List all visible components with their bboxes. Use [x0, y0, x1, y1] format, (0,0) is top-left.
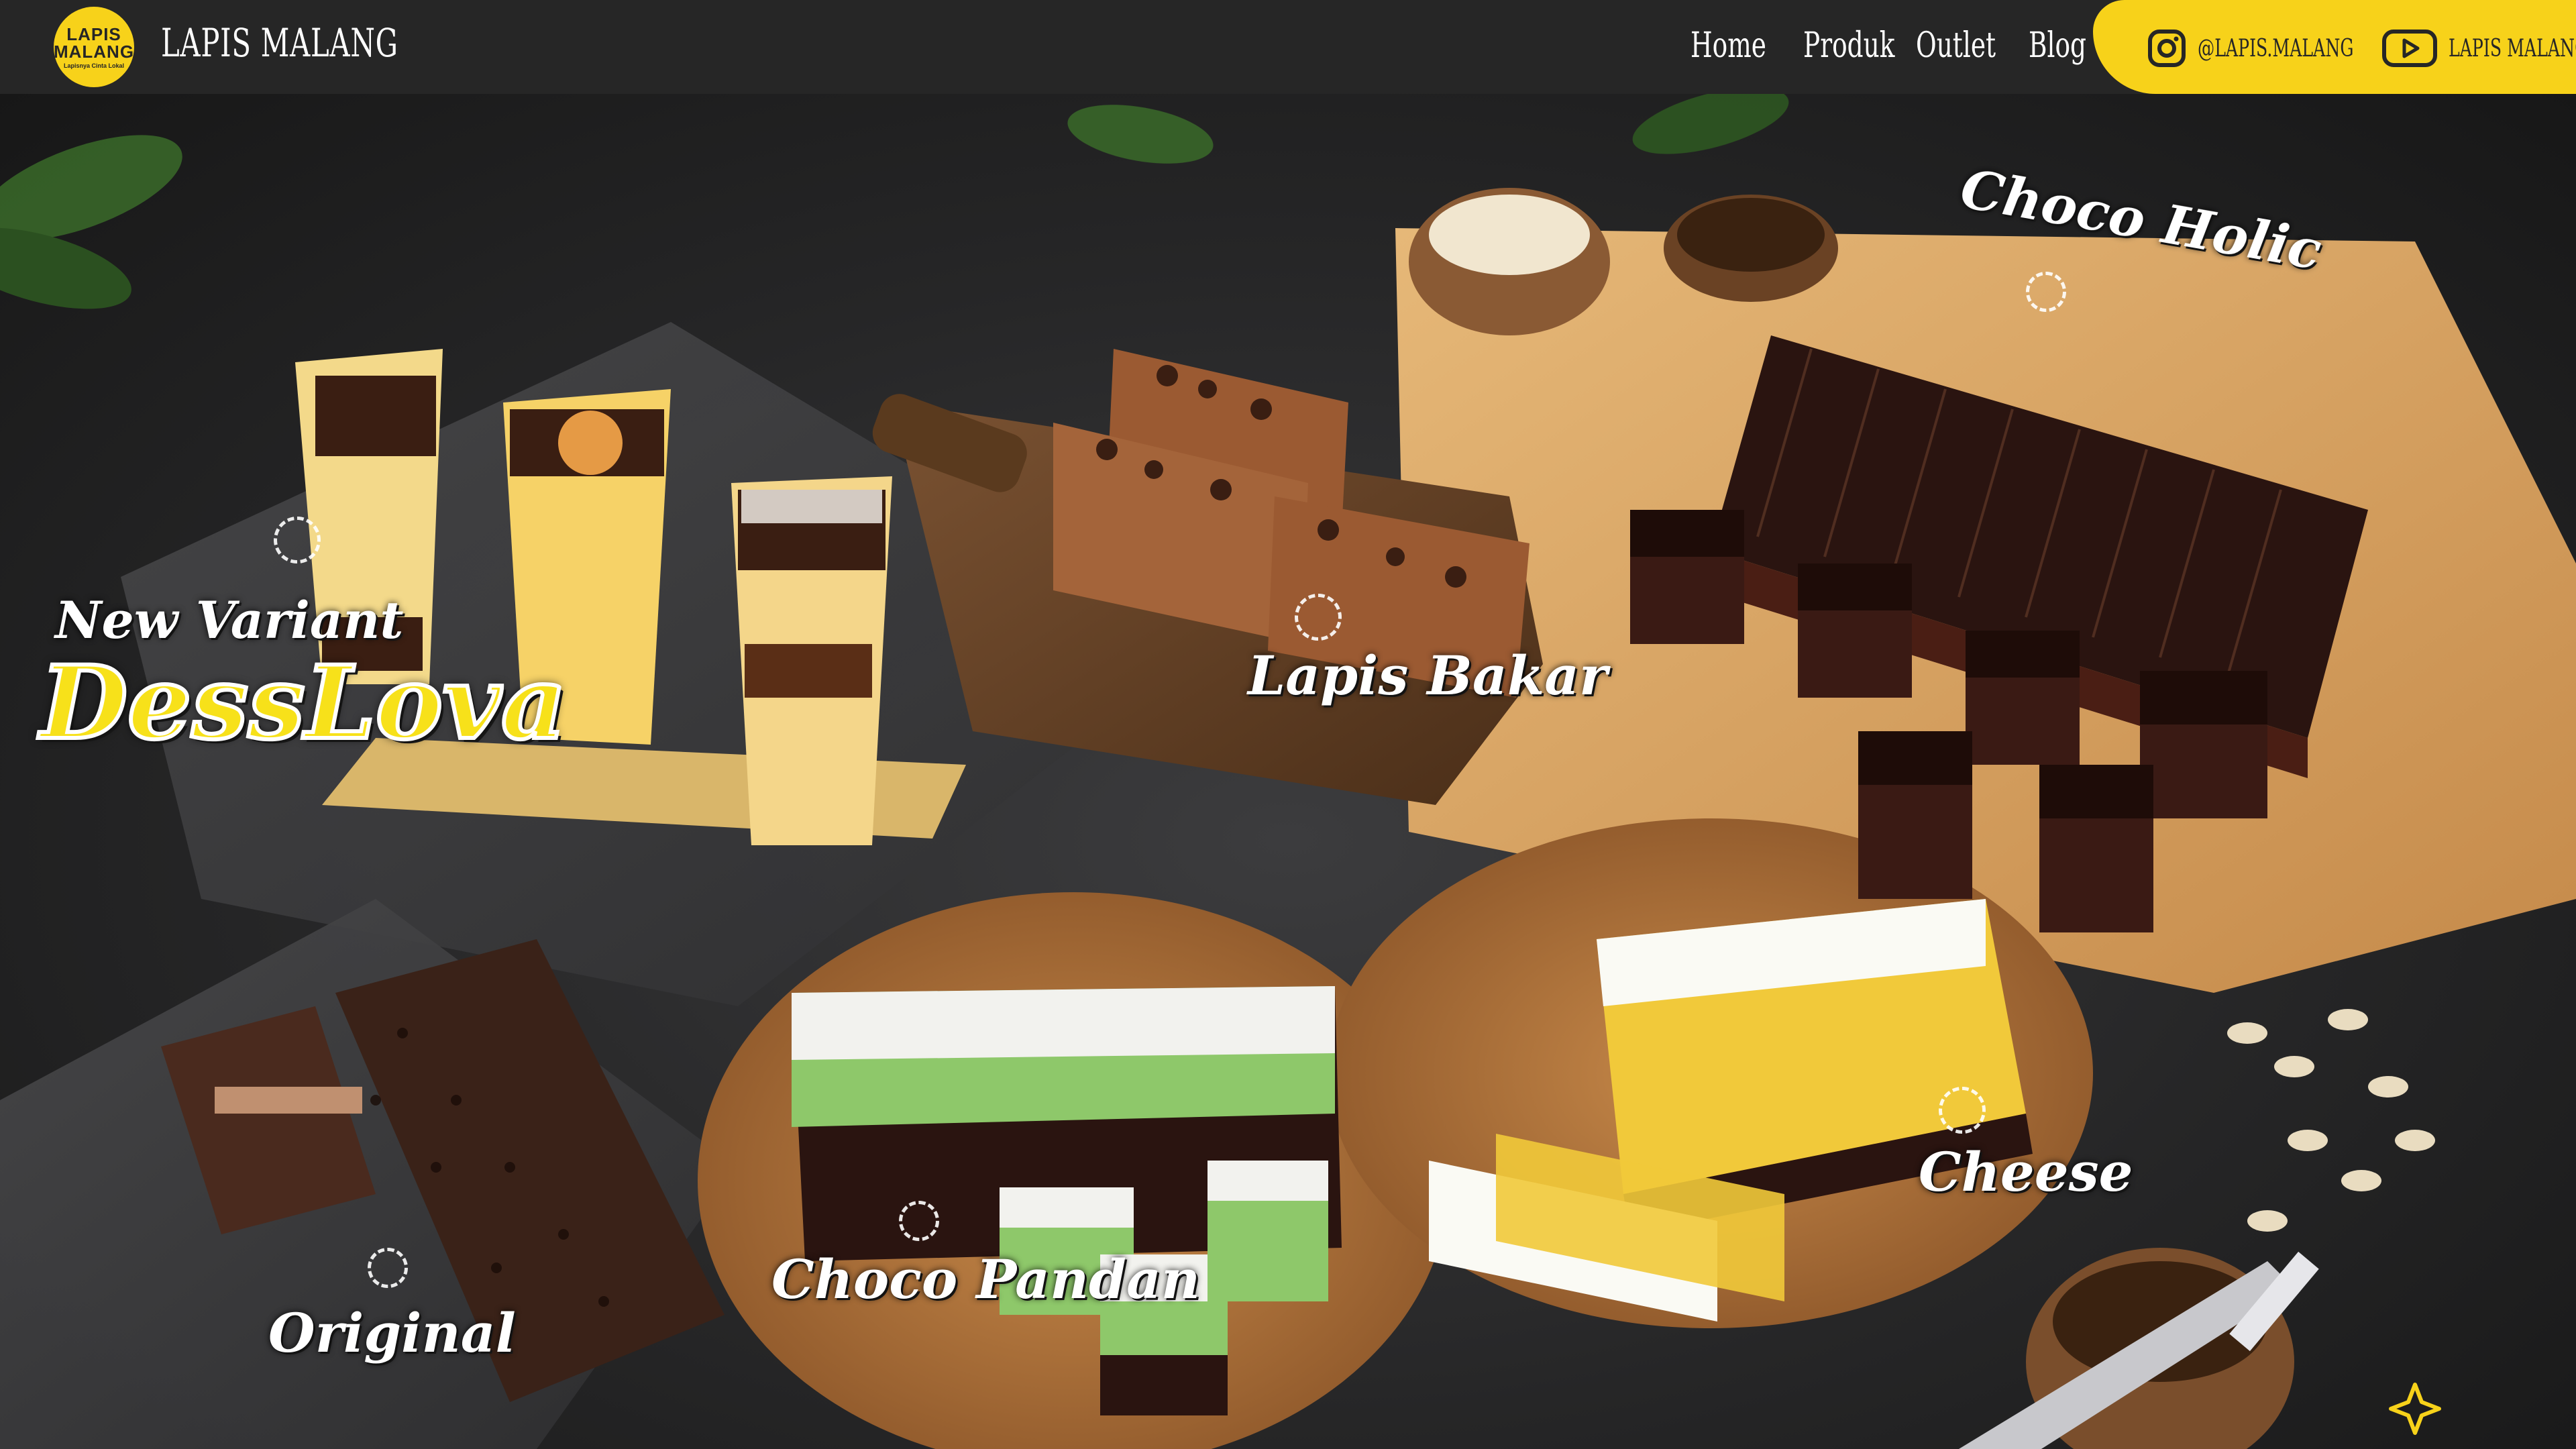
decorative-ring	[1295, 594, 1342, 641]
top-navbar: LAPIS MALANG Lapisnya Cinta Lokal LAPIS …	[0, 0, 2576, 94]
cheese-label[interactable]: Cheese	[1919, 1140, 2133, 1203]
choco-pandan-label[interactable]: Choco Pandan	[771, 1248, 1200, 1311]
decorative-ring	[2026, 272, 2066, 312]
youtube-icon	[2382, 30, 2437, 67]
instagram-link[interactable]: @LAPIS.MALANG	[2147, 28, 2420, 68]
new-variant-label: New Variant	[55, 590, 404, 650]
nav-produk-link[interactable]: Produk	[1803, 25, 1894, 66]
nav-home-link[interactable]: Home	[1690, 25, 1766, 66]
instagram-icon	[2148, 30, 2186, 67]
decorative-ring	[899, 1201, 939, 1241]
desslova-title[interactable]: DessLova	[38, 642, 568, 764]
hero-banner: New Variant DessLova Lapis Bakar Choco H…	[0, 94, 2576, 1449]
nav-outlet-link[interactable]: Outlet	[1916, 25, 1996, 66]
decorative-ring	[368, 1248, 408, 1288]
instagram-handle: @LAPIS.MALANG	[2198, 34, 2354, 62]
almonds-scattered	[2227, 1009, 2435, 1232]
logo-line-2: MALANG	[53, 41, 135, 62]
social-links-bar: @LAPIS.MALANG LAPIS MALANG	[2093, 0, 2576, 94]
youtube-link[interactable]: LAPIS MALANG	[2381, 28, 2576, 68]
star-icon	[2389, 1383, 2441, 1435]
lapis-malang-logo[interactable]: LAPIS MALANG Lapisnya Cinta Lokal	[54, 7, 134, 87]
hero-illustration	[0, 94, 2576, 1449]
decorative-ring	[274, 517, 321, 564]
original-label[interactable]: Original	[268, 1301, 516, 1364]
logo-line-1: LAPIS	[66, 23, 121, 44]
logo-tagline: Lapisnya Cinta Lokal	[63, 62, 125, 69]
brand-name[interactable]: LAPIS MALANG	[161, 20, 398, 66]
decorative-ring	[1939, 1087, 1986, 1134]
main-nav: Home Produk Outlet Blog	[1690, 25, 2123, 66]
lapis-bakar-label[interactable]: Lapis Bakar	[1248, 644, 1607, 707]
youtube-channel-name: LAPIS MALANG	[2449, 34, 2576, 62]
nav-blog-link[interactable]: Blog	[2029, 25, 2096, 66]
